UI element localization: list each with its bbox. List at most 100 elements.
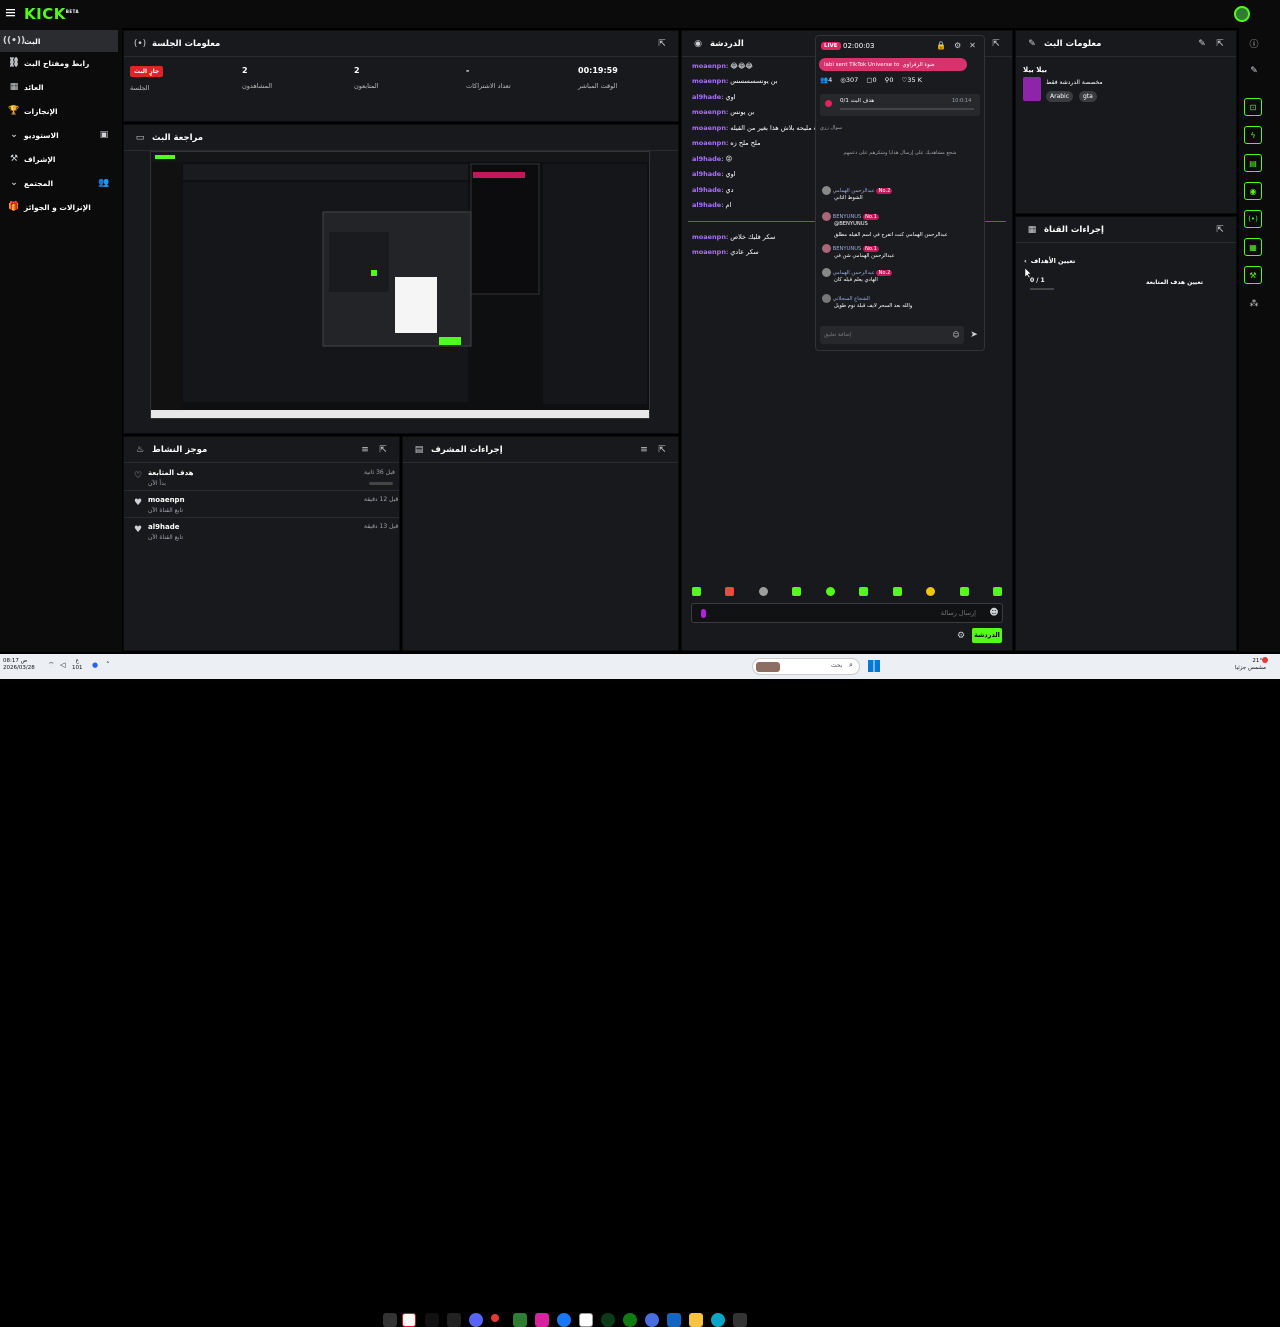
avatar[interactable] (1234, 6, 1250, 22)
taskbar-clock[interactable]: 08:17 ص 2026/03/28 (3, 658, 35, 672)
sidebar-item-moderation[interactable]: ⚒ الإشراف (0, 148, 118, 170)
preview-icon: ▭ (135, 132, 145, 143)
tiktok-icon[interactable] (425, 1313, 439, 1327)
record-icon[interactable] (491, 1314, 499, 1322)
lightning-icon[interactable]: ϟ (1244, 126, 1262, 144)
filter-icon[interactable]: ≡ (638, 444, 650, 456)
edit-icon[interactable]: ✎ (1196, 38, 1208, 50)
app-icon[interactable] (513, 1313, 527, 1327)
emote-icon[interactable] (926, 587, 936, 596)
chat-input[interactable] (716, 606, 976, 620)
send-icon[interactable]: ➤ (968, 329, 980, 341)
mic-icon[interactable] (701, 609, 706, 618)
overlay-stats: 👥4 ◎307 ▢0 ⚲0 ♡35 K (820, 76, 980, 84)
wrench-icon[interactable]: ⚒ (1244, 266, 1262, 284)
sidebar-item-broadcast[interactable]: ((•)) البث (0, 30, 118, 52)
stream-preview-video[interactable] (150, 151, 650, 419)
discord-icon[interactable] (469, 1313, 483, 1327)
settings-icon[interactable]: ⚙ (955, 630, 967, 642)
sidebar-item-revenue[interactable]: ▦ العائد (0, 76, 118, 98)
back-to-goals[interactable]: ‹ تعيين الأهداف (1024, 257, 1075, 265)
emote-icon[interactable] (859, 587, 869, 596)
sidebar-item-studio[interactable]: ⌄ الاستوديو ▣ (0, 124, 118, 146)
app-icon[interactable] (402, 1313, 416, 1327)
emoji-icon[interactable]: ☺ (950, 329, 962, 341)
link-icon: ⛓ (8, 58, 20, 68)
popout-icon[interactable]: ⇱ (1214, 38, 1226, 50)
emoji-icon[interactable]: ☻ (988, 607, 1000, 619)
popout-icon[interactable]: ⇱ (990, 38, 1002, 50)
activity-item-sub: تابع القناة الآن (148, 507, 183, 514)
pencil-icon: ✎ (1028, 38, 1036, 49)
popout-icon[interactable]: ⇱ (377, 444, 389, 456)
popout-icon[interactable]: ⇱ (656, 444, 668, 456)
close-icon[interactable]: ✕ (969, 41, 976, 50)
overlay-comment-input[interactable] (824, 329, 944, 341)
xbox-icon[interactable] (623, 1313, 637, 1327)
activity-item: ♥ al9hade تابع القناة الآن قبل 13 دقيقة (124, 519, 399, 545)
pencil-icon[interactable]: ✎ (1248, 65, 1260, 77)
lock-icon[interactable]: 🔒 (936, 41, 946, 50)
facebook-icon[interactable] (557, 1313, 571, 1327)
stream-info-header: ✎ معلومات البث ✎ ⇱ (1016, 31, 1236, 57)
files-icon[interactable] (689, 1313, 703, 1327)
taskbar-search[interactable]: بحث ⌕ (752, 658, 860, 675)
chat-icon[interactable]: ◉ (1244, 182, 1262, 200)
emote-icon[interactable] (725, 587, 735, 596)
app-icon[interactable] (601, 1313, 615, 1327)
popout-icon[interactable]: ⇱ (1214, 224, 1226, 236)
session-stat-viewers-label: المشاهدون (242, 82, 273, 90)
sidebar-item-community[interactable]: ⌄ المجتمع 👥 (0, 172, 118, 194)
mod-actions-panel: ▤ إجراءات المشرف ≡ ⇱ (402, 436, 679, 651)
sidebar-item-achievements[interactable]: 🏆 الإنجازات (0, 100, 118, 122)
document-icon[interactable]: ▤ (1244, 154, 1262, 172)
emote-icon[interactable] (792, 587, 802, 596)
chat-send-button[interactable]: الدردشة (972, 628, 1002, 643)
edge-icon[interactable] (711, 1313, 725, 1327)
broadcast-icon[interactable]: (•) (1244, 210, 1262, 228)
filter-icon[interactable]: ≡ (359, 444, 371, 456)
app-icon[interactable] (733, 1313, 747, 1327)
moderation-icon: ⚒ (9, 154, 19, 164)
mic-icon[interactable]: ● (92, 661, 98, 669)
preview-panel: ▭ مراجعة البث (123, 124, 679, 434)
overlay-time: 02:00:03 (843, 42, 875, 50)
add-widget-icon[interactable]: ⁂ (1248, 298, 1260, 310)
app-icon[interactable] (383, 1313, 397, 1327)
store-icon[interactable] (667, 1313, 681, 1327)
session-stat-viewers-value: 2 (242, 66, 248, 75)
goal-time: 10:0:14 (952, 98, 972, 104)
app-icon[interactable] (645, 1313, 659, 1327)
wifi-icon[interactable]: ⌔ (48, 661, 55, 670)
sidebar-item-drops[interactable]: 🎁 الإنزالات و الجوائز (0, 196, 118, 218)
emote-icon[interactable] (892, 587, 902, 596)
chevron-up-icon[interactable]: ˄ (106, 661, 110, 669)
heart-icon: ♥ (133, 498, 143, 508)
taskbar-lang[interactable]: ع 101 (72, 658, 83, 672)
emote-icon[interactable] (992, 587, 1002, 596)
popout-icon[interactable]: ⇱ (656, 38, 668, 50)
community-icon: 👥 (98, 178, 110, 188)
stat-likes: ◎307 (840, 76, 859, 84)
kick-logo[interactable]: KICKBETA (24, 5, 79, 23)
speaker-icon[interactable]: ◁ (60, 661, 65, 669)
follow-goal-label[interactable]: تعيين هدف المتابعة (1146, 279, 1203, 286)
activity-item-sub: بدأ الآن (148, 480, 166, 487)
comment-item: BENYUNUS No.1 عبدالرحمن الهمامي شن في (822, 244, 980, 259)
file-icon[interactable] (579, 1313, 593, 1327)
emote-icon[interactable] (959, 587, 969, 596)
capcut-icon[interactable] (447, 1313, 461, 1327)
emote-icon[interactable] (825, 587, 835, 596)
chevron-down-icon: ⌄ (10, 178, 18, 188)
windows-start-icon[interactable] (868, 660, 880, 672)
grid-icon[interactable]: ⊡ (1244, 98, 1262, 116)
weather-widget[interactable]: 21°C مشمس جزئيا (1222, 658, 1266, 672)
gear-icon[interactable]: ⚙ (954, 41, 961, 50)
instagram-icon[interactable] (535, 1313, 549, 1327)
sidebar-item-stream-key[interactable]: ⛓ رابط ومفتاح البث (0, 52, 118, 74)
menu-icon[interactable] (6, 8, 15, 17)
emote-icon[interactable] (692, 587, 701, 596)
actions-icon[interactable]: ▦ (1244, 238, 1262, 256)
info-icon[interactable]: ⓘ (1248, 37, 1260, 50)
emote-icon[interactable] (758, 587, 768, 596)
